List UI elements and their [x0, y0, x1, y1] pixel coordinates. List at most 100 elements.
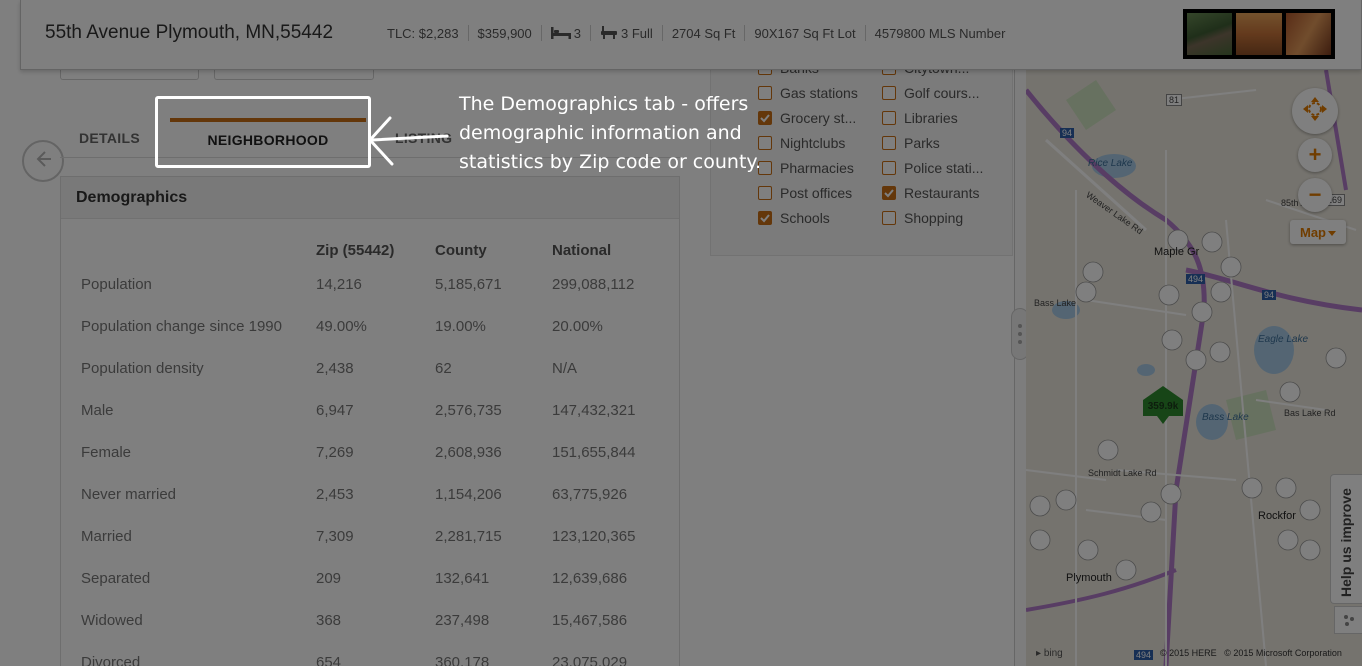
bing-icon: ▸: [1036, 648, 1042, 659]
table-row: Never married 2,453 1,154,206 63,775,926: [81, 473, 671, 515]
zip-value: 654: [316, 653, 342, 666]
listing-stats: TLC: $2,283 $359,900 3 3 Full 2704 Sq Ft…: [378, 25, 1014, 41]
mls-stat: 4579800 MLS Number: [864, 25, 1015, 41]
zip-value: 2,453: [316, 485, 354, 503]
map-pan-control[interactable]: [1292, 88, 1338, 134]
checkbox-icon[interactable]: [882, 161, 896, 175]
zoom-out-button[interactable]: −: [1298, 178, 1332, 212]
checkbox-icon[interactable]: [882, 86, 896, 100]
map-label-rockford: Rockfor: [1258, 510, 1296, 522]
caret-down-icon: [1328, 225, 1336, 240]
county-value: 1,154,206: [435, 485, 502, 503]
demographics-panel: Demographics Zip (55442) County National…: [60, 176, 680, 666]
bing-logo: ▸ bing: [1036, 648, 1063, 659]
table-row: Widowed 368 237,498 15,467,586: [81, 599, 671, 641]
row-label: Female: [81, 443, 132, 461]
zoom-in-button[interactable]: +: [1298, 138, 1332, 172]
route-494-shield: 494: [1186, 274, 1206, 284]
row-label: Divorced: [81, 653, 141, 666]
map-label-bass-lake-2: Bass Lake: [1202, 412, 1249, 423]
national-value: 12,639,686: [552, 569, 628, 587]
help-us-improve-tab[interactable]: Help us improve: [1330, 474, 1362, 604]
column-header-zip: Zip (55442): [316, 241, 395, 259]
national-value: 15,467,586: [552, 611, 628, 629]
national-value: 151,655,844: [552, 443, 636, 461]
poi-checkbox-item[interactable]: Golf cours...: [882, 85, 979, 101]
map-label-schmidt-lake-rd: Schmidt Lake Rd: [1088, 468, 1157, 478]
arrow-left-icon: [32, 148, 54, 175]
tab-details[interactable]: DETAILS: [79, 118, 140, 158]
panel-divider: [1014, 70, 1026, 666]
checkbox-icon[interactable]: [882, 211, 896, 225]
row-label: Population change since 1990: [81, 317, 282, 335]
county-value: 62: [435, 359, 452, 377]
map-type-select[interactable]: Map: [1290, 220, 1346, 244]
national-value: N/A: [552, 359, 578, 377]
poi-checkbox-item[interactable]: Schools: [758, 210, 830, 226]
listing-header: 55th Avenue Plymouth, MN,55442 TLC: $2,2…: [20, 0, 1362, 70]
checkbox-icon[interactable]: [758, 186, 772, 200]
poi-checkbox-item[interactable]: Police stati...: [882, 160, 983, 176]
poi-label: Libraries: [904, 110, 958, 126]
row-label: Widowed: [81, 611, 143, 629]
national-value: 299,088,112: [552, 275, 635, 293]
poi-label: Schools: [780, 210, 830, 226]
tutorial-callout-text: The Demographics tab - offers demographi…: [459, 93, 761, 173]
poi-label: Police stati...: [904, 160, 984, 176]
table-row: Separated 209 132,641 12,639,686: [81, 557, 671, 599]
row-label: Never married: [81, 485, 177, 503]
zip-value: 2,438: [316, 359, 354, 377]
back-button[interactable]: [22, 140, 64, 182]
route-81-shield: 81: [1166, 94, 1183, 106]
table-row: Population density 2,438 62 N/A: [81, 347, 671, 389]
county-value: 19.00%: [435, 317, 486, 335]
feedback-icon[interactable]: [1334, 606, 1362, 634]
county-value: 237,498: [435, 611, 490, 629]
poi-checkbox-item[interactable]: Restaurants: [882, 185, 979, 201]
county-value: 2,608,936: [435, 443, 502, 461]
price-stat: $359,900: [467, 25, 541, 41]
poi-label: Post offices: [780, 185, 853, 201]
checkbox-icon[interactable]: [882, 136, 896, 150]
zip-value: 368: [316, 611, 342, 629]
neighborhood-tab-highlight: [155, 96, 371, 168]
photo-thumbnails[interactable]: [1183, 9, 1335, 59]
national-value: 147,432,321: [552, 401, 636, 419]
map-label-rice-lake: Rice Lake: [1088, 158, 1133, 169]
national-value: 23,075,029: [552, 653, 628, 666]
poi-label: Shopping: [904, 210, 964, 226]
lot-stat: 90X167 Sq Ft Lot: [744, 25, 864, 41]
county-value: 360,178: [435, 653, 490, 666]
sqft-stat: 2704 Sq Ft: [661, 25, 745, 41]
checkbox-icon[interactable]: [882, 111, 896, 125]
zip-value: 7,269: [316, 443, 354, 461]
poi-label: Golf cours...: [904, 85, 980, 101]
beds-stat: 3: [540, 25, 590, 41]
poi-checkbox-item[interactable]: Libraries: [882, 110, 958, 126]
row-label: Male: [81, 401, 114, 419]
table-row: Married 7,309 2,281,715 123,120,365: [81, 515, 671, 557]
bed-icon: [550, 27, 571, 39]
listing-price-marker[interactable]: 359.9k: [1143, 386, 1183, 424]
map-label-bass-lake-rd: Bas Lake Rd: [1284, 408, 1336, 418]
poi-checkbox-item[interactable]: Post offices: [758, 185, 852, 201]
poi-checkbox-item[interactable]: Parks: [882, 135, 940, 151]
photo-thumbnail-interior[interactable]: [1236, 13, 1282, 55]
photo-thumbnail-room[interactable]: [1285, 13, 1331, 55]
demographics-title: Demographics: [61, 177, 679, 219]
table-row: Male 6,947 2,576,735 147,432,321: [81, 389, 671, 431]
photo-thumbnail-exterior[interactable]: [1187, 13, 1233, 55]
poi-checkbox-item[interactable]: Shopping: [882, 210, 963, 226]
map-label-eagle-lake: Eagle Lake: [1258, 334, 1309, 345]
map-label-maple-grove: Maple Gr: [1154, 246, 1200, 258]
checkbox-checked-icon[interactable]: [882, 186, 896, 200]
national-value: 123,120,365: [552, 527, 636, 545]
map-label-plymouth: Plymouth: [1066, 572, 1112, 584]
route-94-shield-east: 94: [1262, 290, 1277, 300]
zip-value: 7,309: [316, 527, 354, 545]
map-view[interactable]: Rice Lake Weaver Lake Rd Bass Lake Maple…: [1026, 70, 1362, 666]
map-label-bass-lake: Bass Lake: [1034, 298, 1077, 308]
checkbox-checked-icon[interactable]: [758, 211, 772, 225]
row-label: Population: [81, 275, 152, 293]
county-value: 2,576,735: [435, 401, 502, 419]
